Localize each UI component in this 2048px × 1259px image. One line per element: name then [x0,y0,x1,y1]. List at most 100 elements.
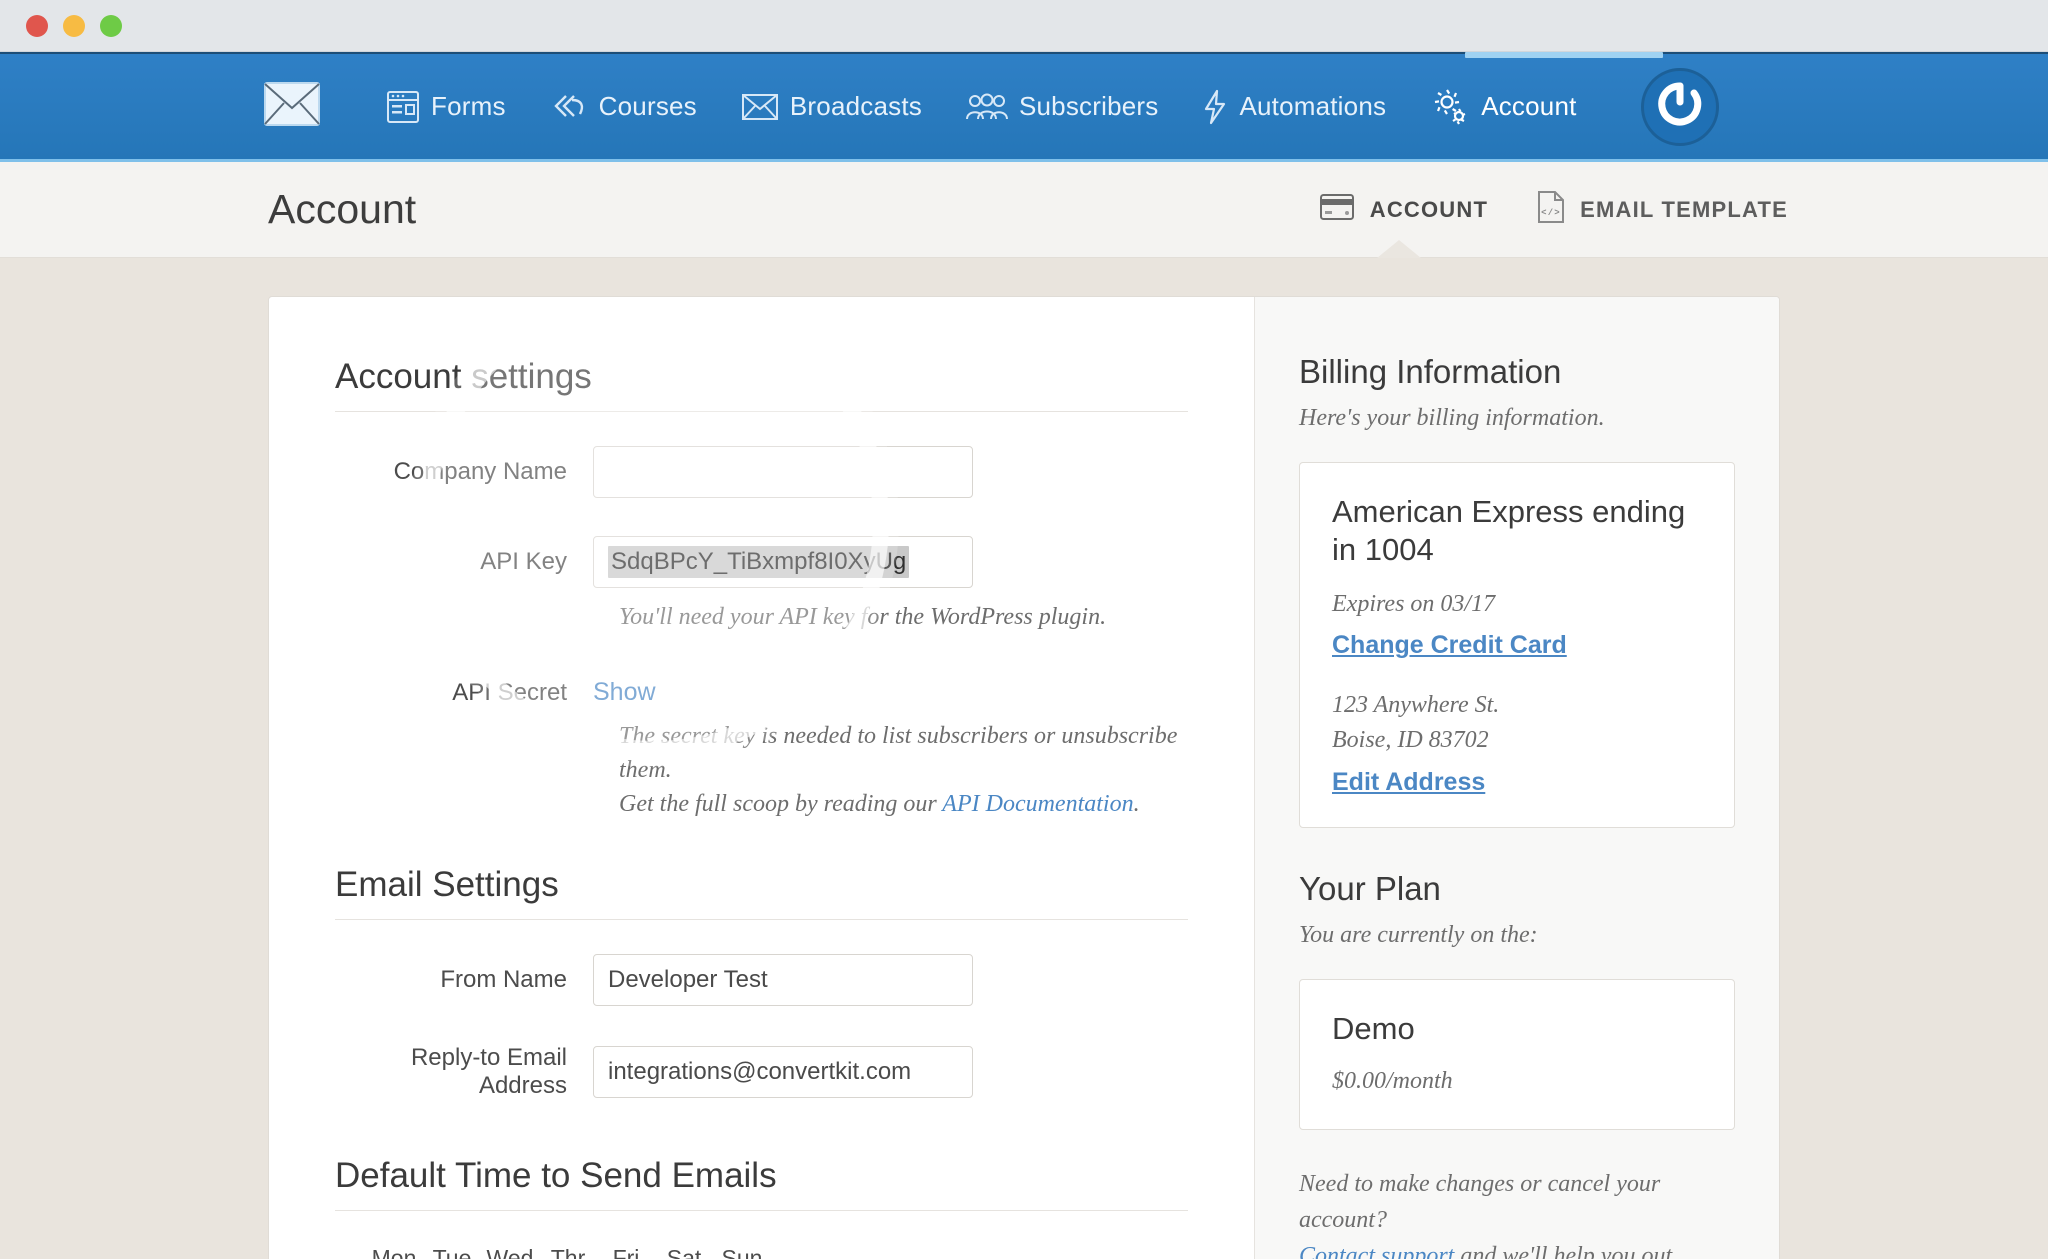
from-name-row: From Name Developer Test [335,954,1188,1006]
credit-card-title: American Express ending in 1004 [1332,493,1702,569]
company-name-input[interactable] [593,446,973,498]
api-key-label: API Key [335,548,593,576]
company-name-row: Company Name [335,446,1188,498]
credit-card-icon [1320,194,1354,226]
change-credit-card-link[interactable]: Change Credit Card [1332,631,1702,660]
day-checkbox-group: Mon ✔ Tue ✔ Wed ✔ Thr ✔ Fri ✔ Sat ✔ [365,1245,1188,1259]
api-secret-hint-pre: Get the full scoop by reading our [619,791,942,817]
nav-item-broadcasts[interactable]: Broadcasts [719,52,944,162]
power-avatar-icon [1654,78,1706,135]
app-logo[interactable] [262,83,322,131]
from-name-value: Developer Test [608,966,768,994]
nav-item-forms[interactable]: Forms [364,52,528,162]
day-label-sun: Sun [713,1245,771,1259]
day-sun: Sun ✔ [713,1245,771,1259]
nav-label-account: Account [1481,91,1576,122]
page-header: Account ACCOUNT </> EMAIL TEMP [0,162,2048,258]
account-settings-heading: Account settings [335,357,1188,412]
nav-label-broadcasts: Broadcasts [790,91,922,122]
active-nav-indicator [1465,52,1663,58]
nav-label-automations: Automations [1239,91,1386,122]
contact-support-link[interactable]: Contact support [1299,1243,1454,1259]
nav-item-account[interactable]: Account [1408,52,1598,162]
day-sat: Sat ✔ [655,1245,713,1259]
day-label-mon: Mon [365,1245,423,1259]
active-tab-caret [1377,240,1421,258]
support-note-line1: Need to make changes or cancel your acco… [1299,1166,1735,1238]
page-header-tabs: ACCOUNT </> EMAIL TEMPLATE [1320,191,1788,229]
nav-label-subscribers: Subscribers [1019,91,1158,122]
plan-name: Demo [1332,1010,1702,1048]
tab-label-email-template: EMAIL TEMPLATE [1580,197,1788,223]
billing-subtitle: Here's your billing information. [1299,405,1735,432]
api-key-value: SdqBPcY_TiBxmpf8I0XyUg [608,546,909,578]
account-settings-column: Account settings Company Name API Key Sd… [269,297,1254,1259]
top-navigation-bar: Forms Courses Broadcasts [0,52,2048,162]
maximize-window-button[interactable] [100,15,122,37]
broadcasts-icon [741,92,779,122]
credit-card-expires: Expires on 03/17 [1332,587,1702,622]
nav-label-forms: Forms [431,91,506,122]
close-window-button[interactable] [26,15,48,37]
api-key-hint: You'll need your API key for the WordPre… [619,600,1188,634]
reply-to-input[interactable]: integrations@convertkit.com [593,1046,973,1098]
forms-icon [386,90,420,124]
plan-subtitle: You are currently on the: [1299,922,1735,949]
billing-address-line2: Boise, ID 83702 [1332,723,1702,758]
billing-heading: Billing Information [1299,353,1735,391]
day-label-fri: Fri [597,1245,655,1259]
from-name-input[interactable]: Developer Test [593,954,973,1006]
day-label-thr: Thr [539,1245,597,1259]
api-secret-show-link[interactable]: Show [593,678,656,707]
api-key-input[interactable]: SdqBPcY_TiBxmpf8I0XyUg [593,536,973,588]
email-settings-heading: Email Settings [335,865,1188,920]
window-controls [26,15,122,37]
day-tue: Tue ✔ [423,1245,481,1259]
avatar[interactable] [1641,68,1719,146]
reply-to-label: Reply-to Email Address [335,1044,593,1100]
tab-label-account: ACCOUNT [1370,197,1488,223]
day-mon: Mon ✔ [365,1245,423,1259]
plan-card: Demo $0.00/month [1299,979,1735,1130]
api-secret-hint-line2: Get the full scoop by reading our API Do… [619,787,1188,821]
minimize-window-button[interactable] [63,15,85,37]
reply-to-row: Reply-to Email Address integrations@conv… [335,1044,1188,1100]
day-fri: Fri ✔ [597,1245,655,1259]
day-label-wed: Wed [481,1245,539,1259]
company-name-label: Company Name [335,458,593,486]
nav-item-courses[interactable]: Courses [528,52,719,162]
api-documentation-link[interactable]: API Documentation [942,791,1133,817]
credit-card-card: American Express ending in 1004 Expires … [1299,462,1735,828]
support-note-line2: Contact support and we'll help you out. [1299,1238,1735,1259]
content-panel: Account settings Company Name API Key Sd… [268,296,1780,1259]
page-title: Account [268,186,416,233]
billing-address-line1: 123 Anywhere St. [1332,688,1702,723]
support-note-tail: and we'll help you out. [1454,1243,1678,1259]
day-label-sat: Sat [655,1245,713,1259]
reply-to-value: integrations@convertkit.com [608,1058,911,1086]
api-secret-hint: The secret key is needed to list subscri… [619,719,1188,821]
api-secret-row: API Secret Show [335,678,1188,707]
window-titlebar [0,0,2048,52]
nav-item-automations[interactable]: Automations [1180,52,1408,162]
nav-item-subscribers[interactable]: Subscribers [944,52,1180,162]
envelope-logo-icon [264,82,320,131]
subscribers-icon [966,92,1008,122]
day-thr: Thr ✔ [539,1245,597,1259]
gear-icon [1430,88,1470,126]
plan-price: $0.00/month [1332,1064,1702,1099]
billing-sidebar: Billing Information Here's your billing … [1254,297,1779,1259]
plan-heading: Your Plan [1299,870,1735,908]
edit-address-link[interactable]: Edit Address [1332,768,1702,797]
nav-label-courses: Courses [599,91,697,122]
api-key-row: API Key SdqBPcY_TiBxmpf8I0XyUg [335,536,1188,588]
from-name-label: From Name [335,966,593,994]
tab-account[interactable]: ACCOUNT [1320,194,1488,226]
tab-email-template[interactable]: </> EMAIL TEMPLATE [1538,191,1788,229]
automations-icon [1202,89,1228,125]
code-document-icon: </> [1538,191,1564,229]
day-wed: Wed ✔ [481,1245,539,1259]
svg-text:</>: </> [1541,208,1561,218]
send-time-heading: Default Time to Send Emails [335,1156,1188,1211]
api-secret-hint-line1: The secret key is needed to list subscri… [619,719,1188,787]
